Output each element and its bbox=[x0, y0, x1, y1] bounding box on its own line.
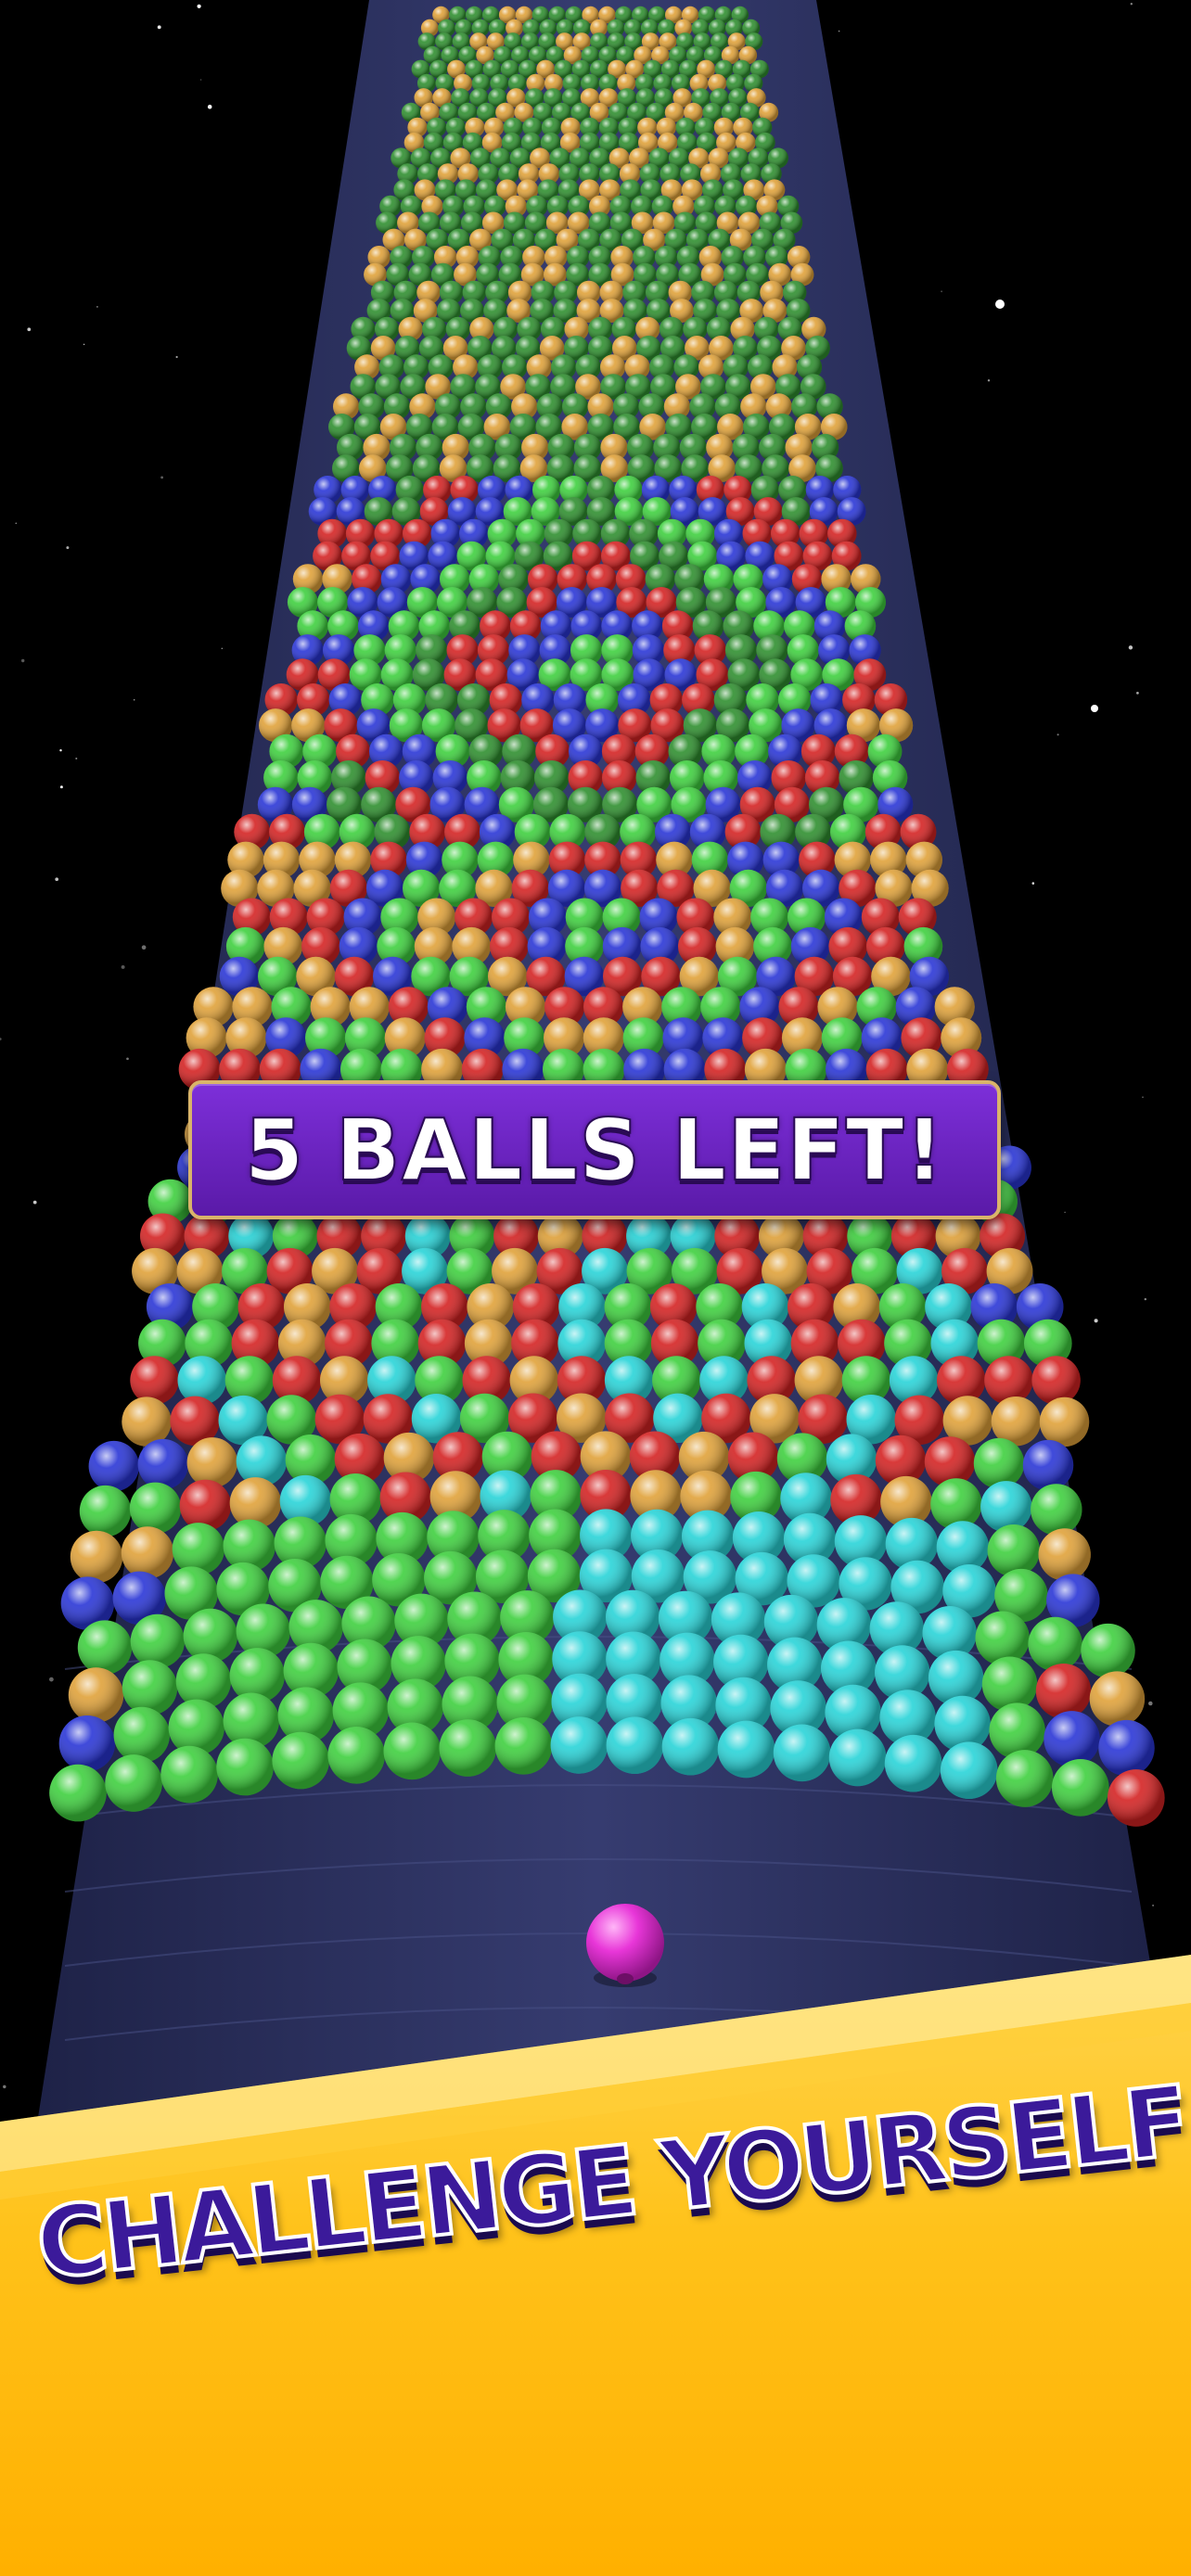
balls-left-banner: 5 BALLS LEFT! bbox=[188, 1080, 1001, 1219]
game-scene[interactable]: 5 BALLS LEFT! CHALLENGE YOURSELF bbox=[0, 0, 1191, 2576]
balls-left-label: 5 BALLS LEFT! bbox=[244, 1100, 945, 1201]
player-ball bbox=[586, 1904, 664, 1987]
